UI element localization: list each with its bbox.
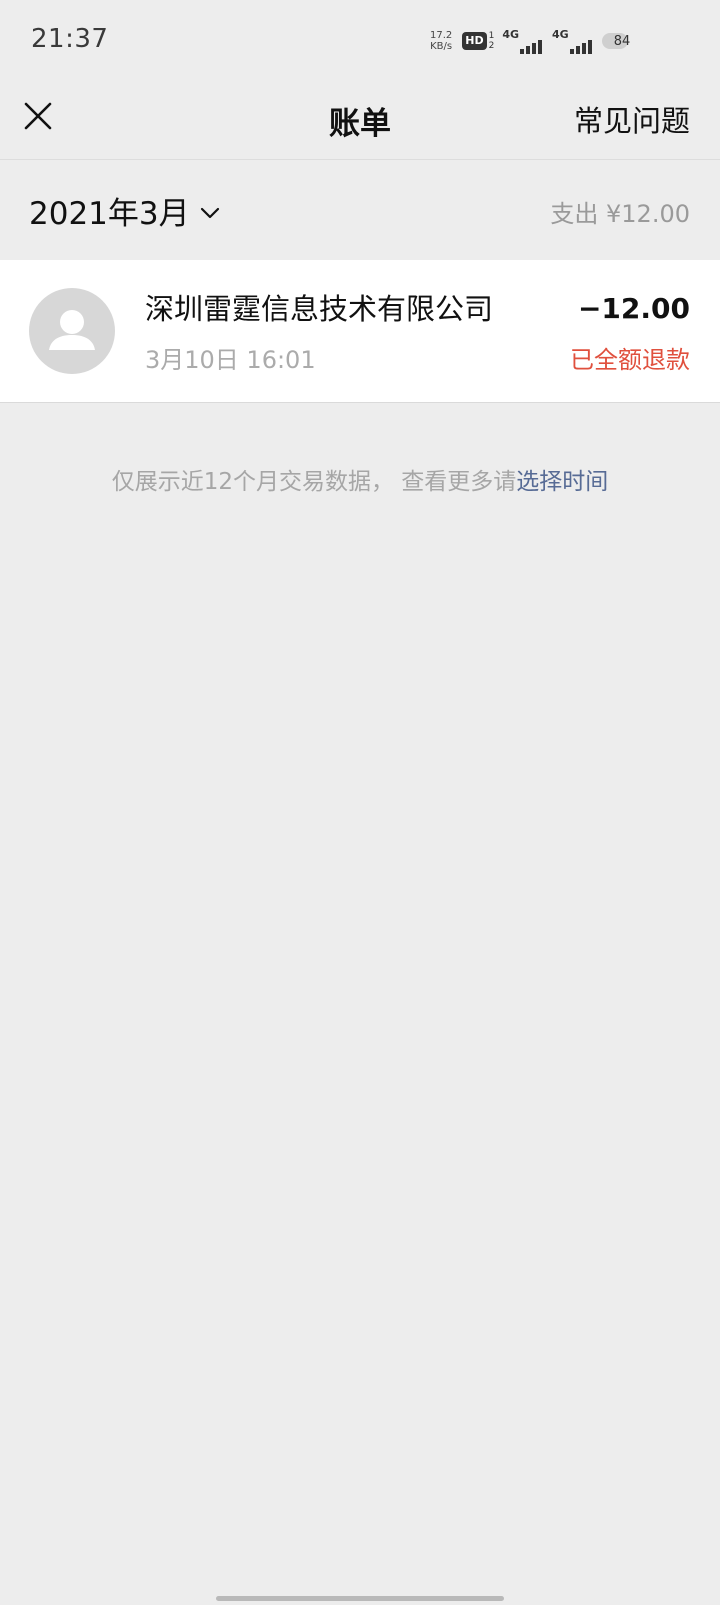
status-time: 21:37 bbox=[31, 24, 109, 54]
signal-bars-sim2 bbox=[569, 38, 592, 54]
month-bar: 2021年3月 支出 ¥12.00 bbox=[0, 160, 720, 260]
battery-icon: 84 bbox=[601, 30, 642, 52]
avatar bbox=[29, 288, 115, 374]
bill-time: 3月10日 16:01 bbox=[145, 346, 316, 374]
bill-amount: −12.00 bbox=[577, 292, 690, 325]
merchant-name: 深圳雷霆信息技术有限公司 bbox=[145, 292, 494, 326]
network-speed: 17.2 KB/s bbox=[430, 30, 452, 52]
month-label: 2021年3月 bbox=[29, 196, 190, 232]
hd-voice-icon: HD 1 2 bbox=[462, 31, 494, 51]
status-icons: 17.2 KB/s HD 1 2 4G 4G 84 bbox=[430, 26, 642, 56]
faq-link[interactable]: 常见问题 bbox=[574, 98, 690, 140]
notice-text: 仅展示近12个月交易数据， 查看更多请选择时间 bbox=[0, 462, 720, 496]
signal-label-sim2: 4G bbox=[552, 28, 569, 41]
hd-sub: 2 bbox=[488, 41, 495, 51]
signal-icon-sim2: 4G bbox=[552, 28, 592, 54]
home-indicator[interactable] bbox=[216, 1596, 504, 1601]
nav-bar: 账单 常见问题 bbox=[0, 80, 720, 160]
status-bar: 21:37 17.2 KB/s HD 1 2 4G 4G 84 bbox=[0, 0, 720, 80]
refund-status: 已全额退款 bbox=[570, 346, 690, 374]
notice-body: 仅展示近12个月交易数据， 查看更多请 bbox=[111, 469, 517, 495]
signal-label-sim1: 4G bbox=[502, 28, 520, 41]
hd-sim-numbers: 1 2 bbox=[489, 31, 495, 51]
network-speed-value: 17.2 bbox=[430, 30, 453, 41]
hd-label: HD bbox=[462, 32, 487, 50]
user-avatar-icon bbox=[49, 310, 95, 350]
expense-summary: 支出 ¥12.00 bbox=[550, 200, 690, 228]
network-speed-unit: KB/s bbox=[430, 41, 453, 52]
chevron-down-icon bbox=[200, 207, 219, 218]
battery-level: 84 bbox=[613, 33, 631, 49]
signal-icon-sim1: 4G bbox=[502, 28, 543, 54]
bill-row[interactable]: 深圳雷霆信息技术有限公司 3月10日 16:01 −12.00 已全额退款 bbox=[0, 260, 720, 403]
month-selector[interactable]: 2021年3月 bbox=[29, 188, 220, 233]
hd-sup: 1 bbox=[488, 31, 495, 41]
select-time-link[interactable]: 选择时间 bbox=[516, 469, 608, 495]
signal-bars-sim1 bbox=[520, 38, 543, 54]
